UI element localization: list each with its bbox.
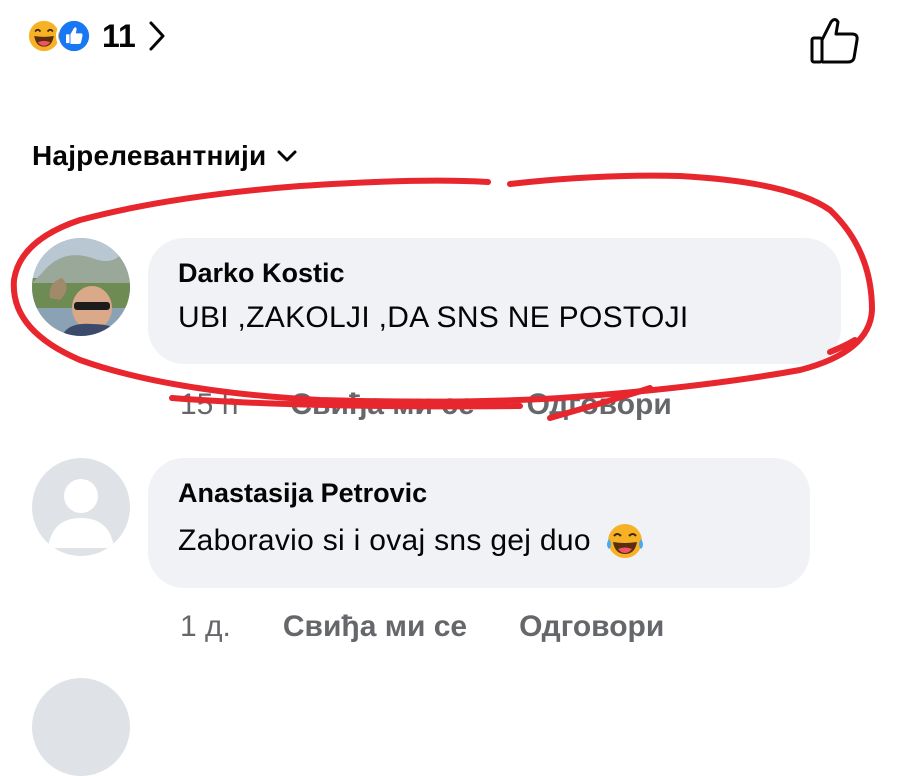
avatar[interactable] [32, 458, 130, 556]
comment-timestamp[interactable]: 15 h [180, 388, 238, 422]
comment-text: Zaboravio si i ovaj sns gej duo [178, 524, 591, 557]
tears-of-joy-emoji-icon [606, 524, 643, 558]
chevron-right-icon [149, 21, 165, 51]
like-thumb-icon [56, 18, 92, 54]
comment-bubble: Anastasija Petrovic Zaboravio si i ovaj … [148, 458, 810, 588]
comment-reply-button[interactable]: Одговори [519, 610, 664, 644]
comment-actions: 15 h Свиђа ми се Одговори [180, 388, 672, 422]
comment-author[interactable]: Anastasija Petrovic [178, 478, 780, 509]
reaction-count: 11 [102, 17, 136, 54]
comment-timestamp[interactable]: 1 д. [180, 610, 231, 644]
like-button[interactable] [808, 14, 862, 68]
comment-actions: 1 д. Свиђа ми се Одговори [180, 610, 664, 644]
sort-label: Најрелевантнији [32, 140, 267, 171]
comment-bubble: Darko Kostic UBI ,ZAKOLJI ,DA SNS NE POS… [148, 238, 841, 364]
reactions-summary[interactable]: 11 [26, 12, 166, 60]
comment-author[interactable]: Darko Kostic [178, 258, 811, 289]
comment-like-button[interactable]: Свиђа ми се [283, 610, 467, 644]
comment-text: UBI ,ZAKOLJI ,DA SNS NE POSTOJI [178, 301, 689, 334]
sort-dropdown[interactable]: Најрелевантнији [32, 140, 298, 172]
default-profile-icon [32, 458, 130, 556]
avatar[interactable] [32, 238, 130, 336]
avatar[interactable] [32, 678, 130, 776]
comment-reply-button[interactable]: Одговори [527, 388, 672, 422]
comment-like-button[interactable]: Свиђа ми се [290, 388, 474, 422]
thumbs-up-outline-icon [810, 18, 859, 64]
chevron-down-icon [277, 150, 297, 162]
